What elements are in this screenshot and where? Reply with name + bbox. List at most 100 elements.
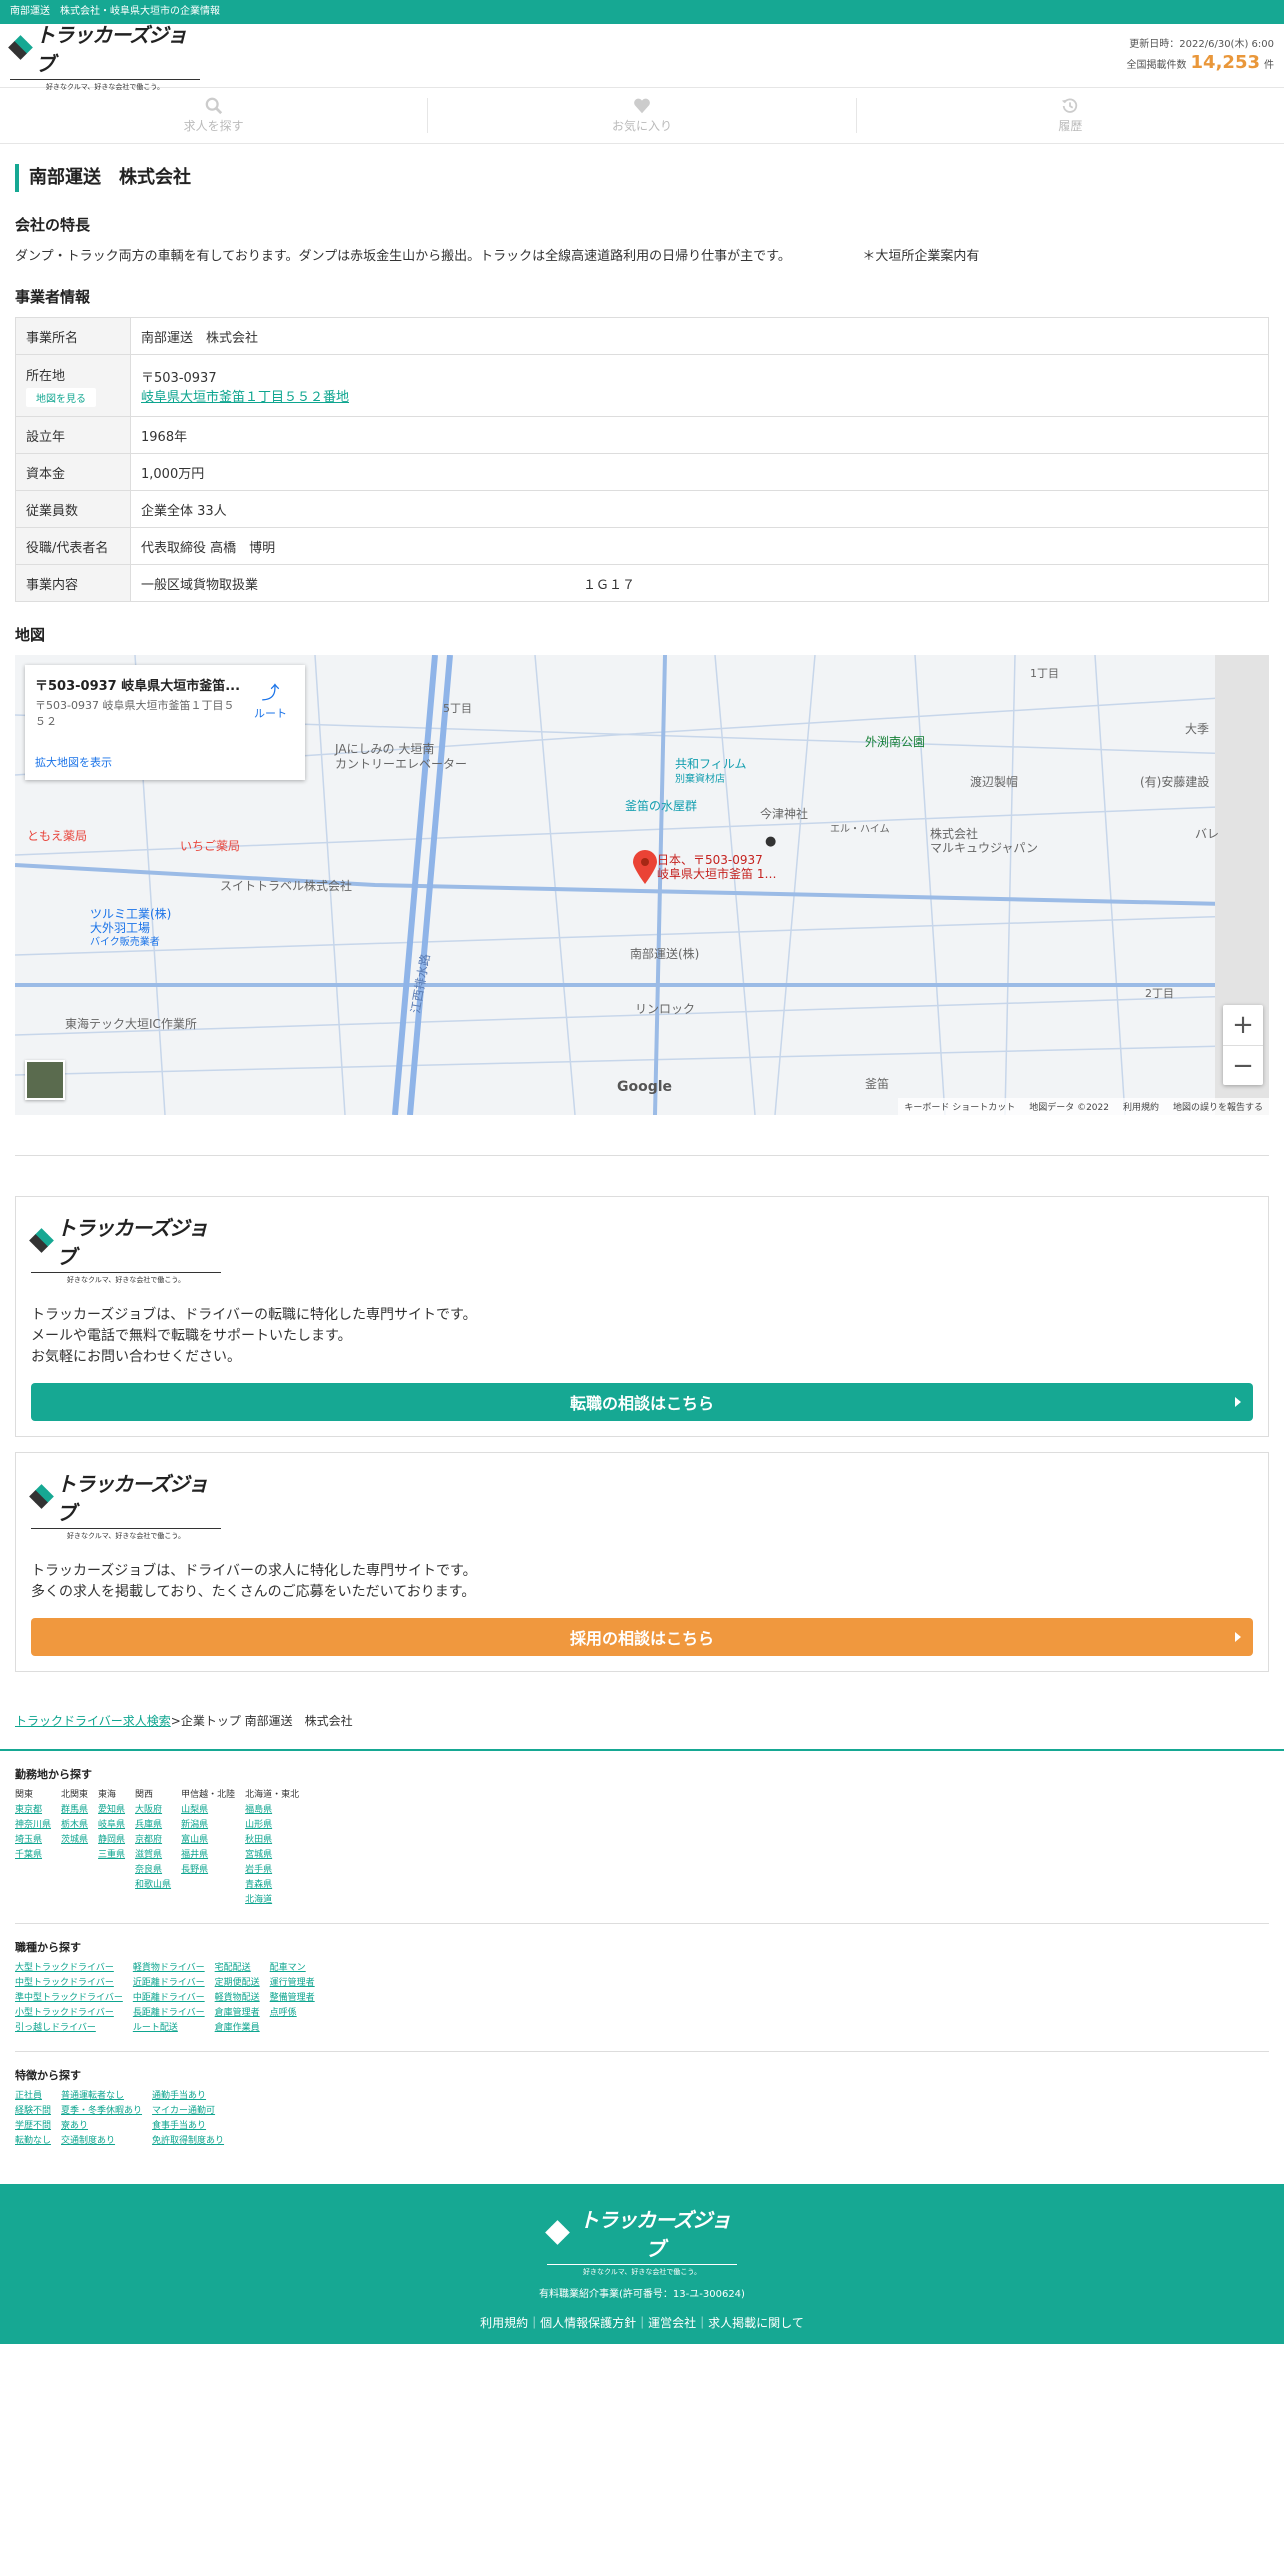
zoom-controls: + − xyxy=(1223,1005,1263,1085)
prefecture-link[interactable]: 福井県 xyxy=(181,1848,235,1863)
directions-icon: ⤴ xyxy=(261,683,280,704)
prefecture-link[interactable]: 新潟県 xyxy=(181,1818,235,1833)
breadcrumb-home-link[interactable]: トラックドライバー求人検索 xyxy=(15,1714,171,1728)
job-type-link[interactable]: 準中型トラックドライバー xyxy=(15,1991,123,2006)
feature-link[interactable]: 夏季・冬季休暇あり xyxy=(61,2104,142,2119)
prefecture-link[interactable]: 京都府 xyxy=(135,1833,171,1848)
map-footer-link[interactable]: キーボード ショートカット xyxy=(904,1100,1015,1113)
breadcrumb: トラックドライバー求人検索>企業トップ 南部運送 株式会社 xyxy=(15,1712,1269,1729)
nav-label: 履歴 xyxy=(1058,119,1083,133)
prefecture-link[interactable]: 福島県 xyxy=(245,1803,299,1818)
prefecture-link[interactable]: 三重県 xyxy=(98,1848,125,1863)
row-value: 企業全体 33人 xyxy=(130,490,1269,528)
job-type-link[interactable]: 点呼係 xyxy=(270,2006,315,2021)
prefecture-link[interactable]: 岐阜県 xyxy=(98,1818,125,1833)
prefecture-link[interactable]: 静岡県 xyxy=(98,1833,125,1848)
map-footer-link[interactable]: 地図の誤りを報告する xyxy=(1173,1100,1263,1113)
prefecture-link[interactable]: 東京都 xyxy=(15,1803,51,1818)
prefecture-link[interactable]: 大阪府 xyxy=(135,1803,171,1818)
place-label: マルキュウジャパン xyxy=(930,841,1039,855)
nav-search-jobs[interactable]: 求人を探す xyxy=(0,88,427,143)
recruit-cta: トラッカーズジョブ 好きなクルマ、好きな会社で働こう。 トラッカーズジョブは、ド… xyxy=(15,1452,1269,1672)
cta-text: トラッカーズジョブは、ドライバーの求人に特化した専門サイトです。 xyxy=(31,1563,477,1579)
job-type-link[interactable]: 軽貨物配送 xyxy=(215,1991,260,2006)
page-title: 南部運送 株式会社 xyxy=(15,164,1269,192)
prefecture-link[interactable]: 青森県 xyxy=(245,1878,299,1893)
row-label: 事業内容 xyxy=(15,564,131,602)
prefecture-link[interactable]: 滋賀県 xyxy=(135,1848,171,1863)
job-type-link[interactable]: 中距離ドライバー xyxy=(133,1991,205,2006)
job-type-link[interactable]: 軽貨物ドライバー xyxy=(133,1961,205,1976)
arrow-right-icon xyxy=(1235,1632,1241,1642)
feature-link[interactable]: 寮あり xyxy=(61,2119,142,2134)
address-link[interactable]: 岐阜県大垣市釜笛１丁目５５２番地 xyxy=(141,390,349,405)
feature-link[interactable]: 転勤なし xyxy=(15,2134,51,2149)
footer-links[interactable]: 利用規約｜個人情報保護方針｜運営会社｜求人掲載に関して xyxy=(0,2314,1284,2331)
job-type-link[interactable]: 引っ越しドライバー xyxy=(15,2021,123,2036)
feature-link[interactable]: 普通運転者なし xyxy=(61,2089,142,2104)
zoom-in-button[interactable]: + xyxy=(1223,1005,1263,1045)
place-label: 大季 xyxy=(1185,722,1210,736)
feature-link[interactable]: 正社員 xyxy=(15,2089,51,2104)
prefecture-link[interactable]: 茨城県 xyxy=(61,1833,88,1848)
feature-link[interactable]: 交通制度あり xyxy=(61,2134,142,2149)
prefecture-link[interactable]: 北海道 xyxy=(245,1893,299,1908)
job-type-link[interactable]: 大型トラックドライバー xyxy=(15,1961,123,1976)
prefecture-link[interactable]: 愛知県 xyxy=(98,1803,125,1818)
map-footer-link[interactable]: 利用規約 xyxy=(1123,1100,1159,1113)
feature-link[interactable]: 通勤手当あり xyxy=(152,2089,224,2104)
feature-link[interactable]: 経験不問 xyxy=(15,2104,51,2119)
feature-group: 正社員 経験不問 学歴不問 転勤なし xyxy=(15,2089,51,2149)
place-label: 釜笛 xyxy=(865,1077,890,1091)
prefecture-link[interactable]: 山梨県 xyxy=(181,1803,235,1818)
prefecture-link[interactable]: 群馬県 xyxy=(61,1803,88,1818)
feature-link[interactable]: 食事手当あり xyxy=(152,2119,224,2134)
features-text: ダンプ・トラック両方の車輌を有しております。ダンプは赤坂金生山から搬出。トラック… xyxy=(15,249,980,264)
prefecture-link[interactable]: 宮城県 xyxy=(245,1848,299,1863)
prefecture-link[interactable]: 神奈川県 xyxy=(15,1818,51,1833)
view-map-button[interactable]: 地図を見る xyxy=(26,387,96,407)
footer-logo[interactable]: トラッカーズジョブ 好きなクルマ、好きな会社で働こう。 xyxy=(545,2204,737,2277)
satellite-toggle[interactable] xyxy=(25,1060,65,1100)
route-button[interactable]: ⤴ ルート xyxy=(254,679,287,721)
job-type-link[interactable]: 倉庫作業員 xyxy=(215,2021,260,2036)
job-type-link[interactable]: 近距離ドライバー xyxy=(133,1976,205,1991)
embedded-map[interactable]: ● 日本、〒503-0937 岐阜県大垣市釜笛 1… JAにしみの 大垣南 カン… xyxy=(15,655,1269,1115)
prefecture-link[interactable]: 和歌山県 xyxy=(135,1878,171,1893)
nav-favorites[interactable]: お気に入り xyxy=(428,88,855,143)
prefecture-link[interactable]: 兵庫県 xyxy=(135,1818,171,1833)
feature-link[interactable]: 学歴不問 xyxy=(15,2119,51,2134)
feature-link[interactable]: 免許取得制度あり xyxy=(152,2134,224,2149)
prefecture-link[interactable]: 富山県 xyxy=(181,1833,235,1848)
job-type-link[interactable]: 小型トラックドライバー xyxy=(15,2006,123,2021)
breadcrumb-current: >企業トップ 南部運送 株式会社 xyxy=(170,1714,353,1728)
feature-link[interactable]: マイカー通勤可 xyxy=(152,2104,224,2119)
area-columns: 関東 東京都 神奈川県 埼玉県 千葉県 北関東 群馬県 栃木県 茨城県 東海 愛知県 岐阜県 静岡県 三重… xyxy=(15,1788,1269,1908)
job-type-link[interactable]: 整備管理者 xyxy=(270,1991,315,2006)
job-type-link[interactable]: 定期便配送 xyxy=(215,1976,260,1991)
prefecture-link[interactable]: 栃木県 xyxy=(61,1818,88,1833)
prefecture-link[interactable]: 秋田県 xyxy=(245,1833,299,1848)
recruit-consult-button[interactable]: 採用の相談はこちら xyxy=(31,1618,1253,1656)
career-consult-button[interactable]: 転職の相談はこちら xyxy=(31,1383,1253,1421)
site-logo[interactable]: トラッカーズジョブ 好きなクルマ、好きな会社で働こう。 xyxy=(8,19,200,92)
job-type-link[interactable]: 倉庫管理者 xyxy=(215,2006,260,2021)
job-type-link[interactable]: 配車マン xyxy=(270,1961,315,1976)
address-label-cell: 所在地 地図を見る xyxy=(15,354,131,417)
job-type-link[interactable]: 中型トラックドライバー xyxy=(15,1976,123,1991)
prefecture-link[interactable]: 奈良県 xyxy=(135,1863,171,1878)
prefecture-link[interactable]: 長野県 xyxy=(181,1863,235,1878)
enlarge-map-link[interactable]: 拡大地図を表示 xyxy=(35,754,112,770)
job-type-link[interactable]: 宅配配送 xyxy=(215,1961,260,1976)
button-label: 転職の相談はこちら xyxy=(569,1394,714,1413)
job-type-link[interactable]: 長距離ドライバー xyxy=(133,2006,205,2021)
prefecture-link[interactable]: 岩手県 xyxy=(245,1863,299,1878)
prefecture-link[interactable]: 山形県 xyxy=(245,1818,299,1833)
prefecture-link[interactable]: 埼玉県 xyxy=(15,1833,51,1848)
job-type-link[interactable]: ルート配送 xyxy=(133,2021,205,2036)
prefecture-link[interactable]: 千葉県 xyxy=(15,1848,51,1863)
place-label: 今津神社 xyxy=(760,807,809,821)
nav-history[interactable]: 履歴 xyxy=(857,88,1284,143)
zoom-out-button[interactable]: − xyxy=(1223,1045,1263,1085)
job-type-link[interactable]: 運行管理者 xyxy=(270,1976,315,1991)
